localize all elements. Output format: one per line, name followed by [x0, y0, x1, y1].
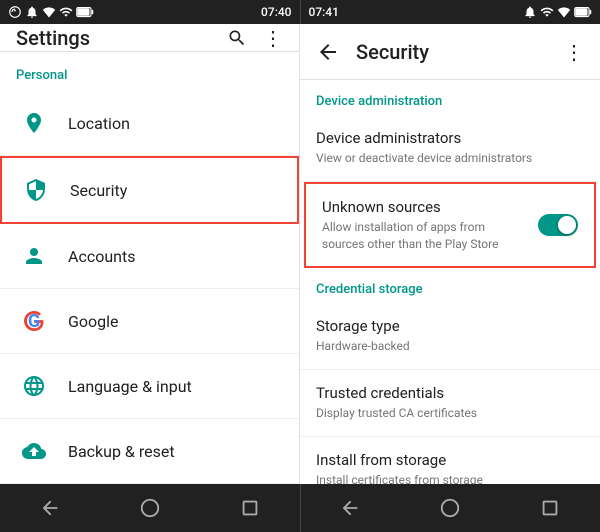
right-toolbar: Security ⋮: [300, 24, 600, 80]
security-icon: [18, 172, 54, 208]
storage-type-title: Storage type: [316, 317, 584, 335]
left-nav-section: [0, 484, 300, 532]
accounts-icon: [16, 238, 52, 274]
install-storage-subtitle: Install certificates from storage: [316, 472, 584, 484]
backup-icon: [16, 433, 52, 469]
right-content: Device administration Device administrat…: [300, 80, 600, 484]
bottom-nav: [0, 484, 600, 532]
backup-label: Backup & reset: [68, 442, 175, 461]
right-more-icon[interactable]: ⋮: [564, 40, 584, 64]
storage-type-subtitle: Hardware-backed: [316, 338, 584, 355]
install-storage-title: Install from storage: [316, 451, 584, 469]
right-nav-section: [300, 484, 600, 532]
google-label: Google: [68, 312, 119, 331]
device-admins-item[interactable]: Device administrators View or deactivate…: [300, 115, 600, 182]
location-icon: [16, 105, 52, 141]
unknown-sources-item[interactable]: Unknown sources Allow installation of ap…: [304, 182, 596, 269]
settings-title: Settings: [16, 26, 90, 50]
device-admins-subtitle: View or deactivate device administrators: [316, 150, 584, 167]
back-icon[interactable]: [316, 40, 340, 64]
more-options-icon[interactable]: ⋮: [263, 26, 283, 50]
main-content: Settings ⋮ Personal Location: [0, 24, 600, 484]
sidebar-item-security[interactable]: Security: [0, 156, 299, 224]
right-time: 07:41: [309, 5, 339, 19]
right-panel: Security ⋮ Device administration Device …: [300, 24, 600, 484]
right-status-icons: [523, 5, 592, 19]
install-storage-item[interactable]: Install from storage Install certificate…: [300, 437, 600, 484]
trusted-creds-subtitle: Display trusted CA certificates: [316, 405, 584, 422]
back-nav-button[interactable]: [30, 488, 70, 528]
sidebar-item-location[interactable]: Location: [0, 91, 299, 156]
unknown-sources-subtitle: Allow installation of apps from sources …: [322, 219, 526, 253]
right-status-bar: 07:41: [300, 0, 600, 24]
personal-label: Personal: [0, 52, 299, 91]
sidebar-item-google[interactable]: G Google: [0, 289, 299, 354]
unknown-sources-row: Unknown sources Allow installation of ap…: [322, 198, 578, 253]
left-time: 07:40: [261, 5, 291, 19]
unknown-sources-toggle[interactable]: [538, 214, 578, 236]
home-nav-button[interactable]: [130, 488, 170, 528]
search-icon[interactable]: [227, 28, 247, 48]
toolbar-icons: ⋮: [227, 26, 283, 50]
google-icon: G: [16, 303, 52, 339]
status-bars: 07:40 07:41: [0, 0, 600, 24]
unknown-sources-title: Unknown sources: [322, 198, 526, 216]
storage-type-item[interactable]: Storage type Hardware-backed: [300, 303, 600, 370]
left-panel: Settings ⋮ Personal Location: [0, 24, 300, 484]
personal-section: Personal Location Security Acc: [0, 52, 299, 484]
trusted-creds-title: Trusted credentials: [316, 384, 584, 402]
credential-storage-label: Credential storage: [300, 268, 600, 303]
left-status-bar: 07:40: [0, 0, 300, 24]
security-page-title: Security: [356, 40, 548, 64]
language-icon: [16, 368, 52, 404]
security-label: Security: [70, 181, 127, 200]
right-recents-button[interactable]: [530, 488, 570, 528]
sidebar-item-backup[interactable]: Backup & reset: [0, 419, 299, 484]
sidebar-item-accounts[interactable]: Accounts: [0, 224, 299, 289]
right-back-button[interactable]: [330, 488, 370, 528]
location-label: Location: [68, 114, 130, 133]
trusted-creds-item[interactable]: Trusted credentials Display trusted CA c…: [300, 370, 600, 437]
device-admins-title: Device administrators: [316, 129, 584, 147]
accounts-label: Accounts: [68, 247, 135, 266]
sidebar-item-language[interactable]: Language & input: [0, 354, 299, 419]
language-label: Language & input: [68, 377, 192, 396]
unknown-sources-text: Unknown sources Allow installation of ap…: [322, 198, 526, 253]
left-toolbar: Settings ⋮: [0, 24, 299, 52]
left-status-icons: [8, 5, 94, 19]
right-home-button[interactable]: [430, 488, 470, 528]
device-admin-label: Device administration: [300, 80, 600, 115]
recents-nav-button[interactable]: [230, 488, 270, 528]
